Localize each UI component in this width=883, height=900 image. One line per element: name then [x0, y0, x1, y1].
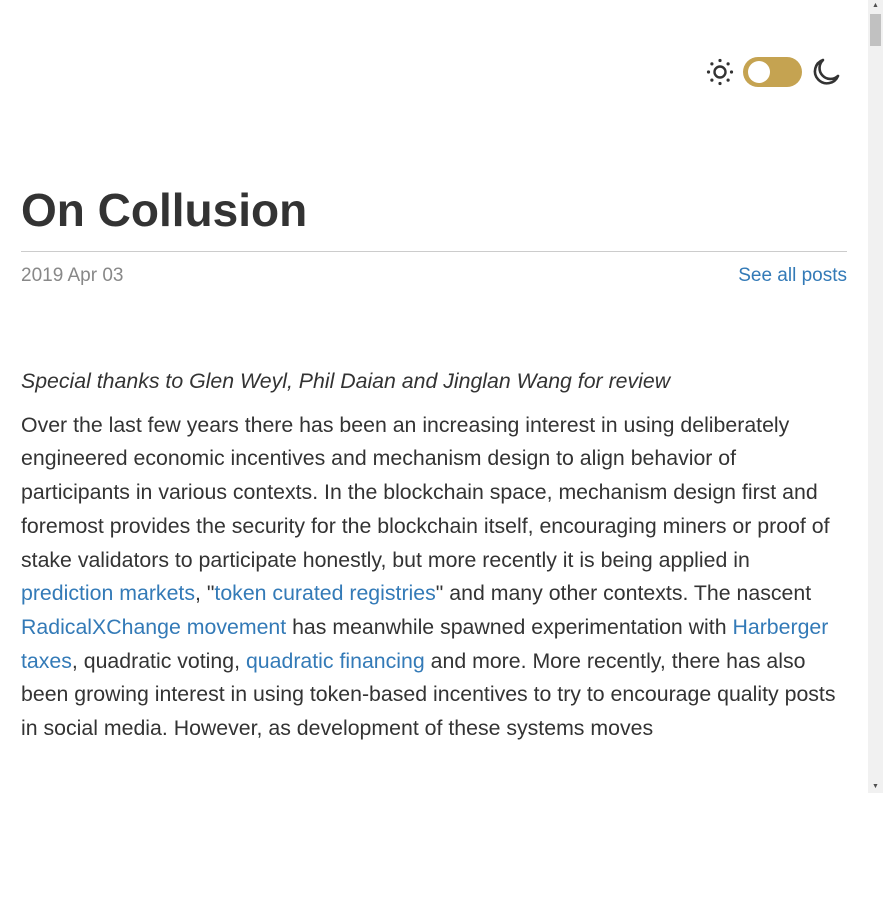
page-title: On Collusion — [21, 184, 308, 236]
title-divider — [21, 251, 847, 252]
link-prediction-markets[interactable]: prediction markets — [21, 581, 195, 605]
vertical-scrollbar[interactable]: ▲ ▼ — [868, 0, 883, 793]
text: has meanwhile spawned experimentation wi… — [286, 614, 733, 639]
page-viewport: On Collusion 2019 Apr 03 See all posts S… — [0, 0, 868, 793]
see-all-posts-link[interactable]: See all posts — [738, 265, 847, 287]
toggle-knob — [748, 61, 770, 83]
theme-toggle-group — [705, 56, 842, 88]
text: " and many other contexts. The nascent — [435, 581, 812, 606]
sun-icon — [706, 58, 734, 86]
scroll-up-arrow-icon[interactable]: ▲ — [868, 0, 883, 12]
scroll-down-arrow-icon[interactable]: ▼ — [868, 781, 883, 793]
text: , " — [195, 581, 215, 606]
link-quadratic-financing[interactable]: quadratic financing — [246, 649, 425, 673]
scrollbar-thumb[interactable] — [870, 14, 881, 46]
text: Over the last few years there has been a… — [21, 412, 830, 572]
theme-toggle-switch[interactable] — [743, 57, 802, 87]
link-token-curated-registries[interactable]: token curated registries — [214, 581, 435, 605]
post-date: 2019 Apr 03 — [21, 265, 124, 286]
post-content: Special thanks to Glen Weyl, Phil Daian … — [21, 365, 847, 756]
paragraph: Over the last few years there has been a… — [21, 409, 847, 746]
moon-icon — [813, 58, 840, 85]
link-radicalxchange[interactable]: RadicalXChange movement — [21, 615, 286, 639]
acknowledgement: Special thanks to Glen Weyl, Phil Daian … — [21, 369, 671, 393]
text: , quadratic voting, — [71, 648, 246, 673]
